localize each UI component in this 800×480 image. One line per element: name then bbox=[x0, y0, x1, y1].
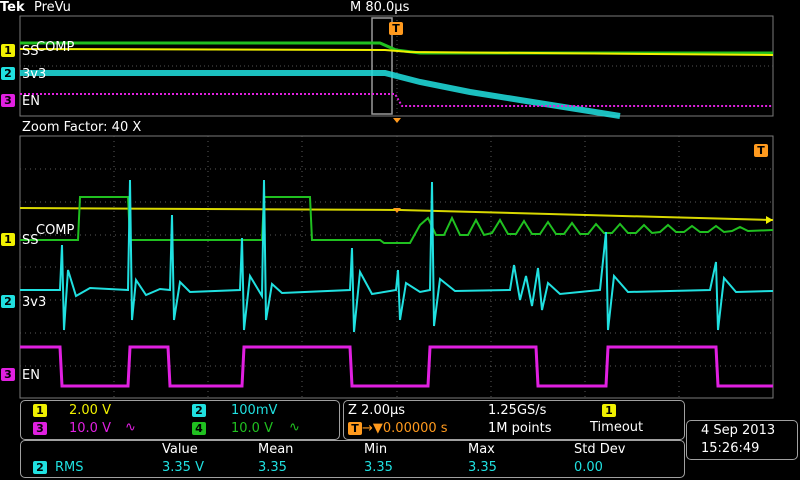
ch3-zoom-label: EN bbox=[22, 368, 40, 383]
ch2-overview-label: 3v3 bbox=[22, 67, 47, 82]
ch4-scale-value[interactable]: 10.0 V bbox=[231, 421, 273, 436]
ch1-zoom-badge[interactable]: 1 bbox=[1, 233, 15, 246]
ch2-scale-value[interactable]: 100mV bbox=[231, 403, 277, 418]
time-display: 15:26:49 bbox=[701, 441, 760, 456]
ch1-scale-value[interactable]: 2.00 V bbox=[69, 403, 111, 418]
ch4-overview-label: COMP bbox=[36, 40, 75, 55]
ch4-bandwidth-icon: ∿ bbox=[289, 420, 300, 435]
zoom-grid bbox=[20, 136, 773, 398]
trigger-source-badge[interactable]: 1 bbox=[602, 404, 616, 417]
ch3-bandwidth-icon: ∿ bbox=[125, 420, 136, 435]
meas-mean: 3.35 bbox=[258, 460, 287, 475]
ch2-scale-badge[interactable]: 2 bbox=[192, 404, 206, 417]
ch3-scale-badge[interactable]: 3 bbox=[33, 422, 47, 435]
ch1-scale-badge[interactable]: 1 bbox=[33, 404, 47, 417]
meas-header-value: Value bbox=[162, 442, 198, 457]
channel-scale-panel[interactable]: 1 2.00 V 2 100mV 3 10.0 V ∿ 4 10.0 V ∿ bbox=[20, 400, 340, 440]
date-display: 4 Sep 2013 bbox=[701, 423, 776, 438]
ch2-zoom-label: 3v3 bbox=[22, 295, 47, 310]
meas-min: 3.35 bbox=[364, 460, 393, 475]
zoom-trigger-marker[interactable]: T bbox=[754, 144, 768, 157]
zoom-timebase[interactable]: Z 2.00µs bbox=[348, 403, 405, 418]
ch3-overview-label: EN bbox=[22, 94, 40, 109]
ch2-overview-badge[interactable]: 2 bbox=[1, 67, 15, 80]
sample-rate: 1.25GS/s bbox=[488, 403, 547, 418]
trigger-status: Timeout bbox=[590, 420, 644, 435]
record-length: 1M points bbox=[488, 421, 552, 436]
ch4-scale-badge[interactable]: 4 bbox=[192, 422, 206, 435]
meas-header-mean: Mean bbox=[258, 442, 294, 457]
ch3-zoom-badge[interactable]: 3 bbox=[1, 368, 15, 381]
trigger-position-icon: T bbox=[348, 422, 362, 435]
meas-type[interactable]: RMS bbox=[55, 460, 84, 475]
datetime-panel: 4 Sep 2013 15:26:49 bbox=[686, 420, 798, 460]
meas-header-min: Min bbox=[364, 442, 388, 457]
ch3-overview-badge[interactable]: 3 bbox=[1, 94, 15, 107]
zoom-factor-label: Zoom Factor: 40 X bbox=[22, 120, 142, 135]
ch4-zoom-label: COMP bbox=[36, 223, 75, 238]
ch1-overview-badge[interactable]: 1 bbox=[1, 44, 15, 57]
meas-max: 3.35 bbox=[468, 460, 497, 475]
measurements-panel[interactable]: Value Mean Min Max Std Dev 2 RMS 3.35 V … bbox=[20, 440, 685, 478]
ch3-scale-value[interactable]: 10.0 V bbox=[69, 421, 111, 436]
meas-header-stddev: Std Dev bbox=[574, 442, 626, 457]
trigger-position-marker[interactable]: T bbox=[389, 22, 403, 35]
overview-trigger-arrow bbox=[393, 118, 401, 123]
ch1-level-marker bbox=[766, 216, 773, 224]
meas-channel-badge[interactable]: 2 bbox=[33, 461, 47, 474]
acquisition-panel[interactable]: Z 2.00µs 1.25GS/s 1 T →▼0.00000 s 1M poi… bbox=[343, 400, 685, 440]
trigger-position-value[interactable]: →▼0.00000 s bbox=[362, 421, 448, 436]
meas-value: 3.35 V bbox=[162, 460, 204, 475]
ch2-zoom-badge[interactable]: 2 bbox=[1, 295, 15, 308]
meas-stddev: 0.00 bbox=[574, 460, 603, 475]
meas-header-max: Max bbox=[468, 442, 495, 457]
